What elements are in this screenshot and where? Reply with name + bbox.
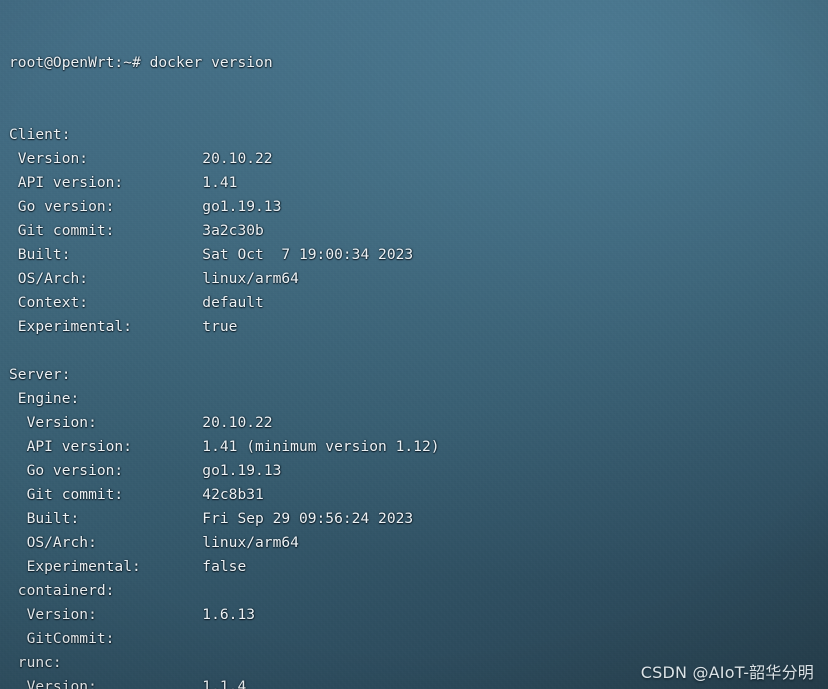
output-value: go1.19.13	[114, 198, 282, 215]
output-value: default	[88, 294, 264, 311]
output-line: runc:	[9, 651, 828, 675]
output-value: 1.41 (minimum version 1.12)	[132, 438, 440, 455]
command-line: root@OpenWrt:~# docker version	[9, 51, 828, 75]
output-value: Sat Oct 7 19:00:34 2023	[70, 246, 414, 263]
output-value: 3a2c30b	[114, 222, 264, 239]
output-key: Version:	[9, 606, 97, 623]
output-key: API version:	[9, 438, 133, 455]
output-line: Context: default	[9, 291, 828, 315]
output-line: Go version: go1.19.13	[9, 195, 828, 219]
output-value: true	[132, 318, 238, 335]
output-line: Version: 1.6.13	[9, 603, 828, 627]
output-line: Experimental: false	[9, 555, 828, 579]
output-line: Version: 20.10.22	[9, 411, 828, 435]
output-line: containerd:	[9, 579, 828, 603]
output-line: Experimental: true	[9, 315, 828, 339]
output-line: Version: 1.1.4	[9, 675, 828, 689]
output-key: Experimental:	[9, 318, 133, 335]
output-line: Built: Sat Oct 7 19:00:34 2023	[9, 243, 828, 267]
output-key: Git commit:	[9, 222, 115, 239]
output-key: containerd:	[9, 582, 115, 599]
output-line: Built: Fri Sep 29 09:56:24 2023	[9, 507, 828, 531]
command-text: docker version	[149, 54, 273, 71]
output-value: 20.10.22	[88, 150, 273, 167]
output-key: Version:	[9, 678, 97, 689]
output-key: GitCommit:	[9, 630, 115, 647]
output-key: Built:	[9, 246, 71, 263]
output-value: linux/arm64	[88, 270, 299, 287]
output-line: Engine:	[9, 387, 828, 411]
output-line: GitCommit:	[9, 627, 828, 651]
output-key: Experimental:	[9, 558, 141, 575]
output-line: OS/Arch: linux/arm64	[9, 531, 828, 555]
output-key: Context:	[9, 294, 89, 311]
output-line: Git commit: 3a2c30b	[9, 219, 828, 243]
output-key: Client:	[9, 126, 71, 143]
output-line-list: Client: Version: 20.10.22 API version: 1…	[9, 123, 828, 689]
output-key: OS/Arch:	[9, 270, 89, 287]
output-value: 1.41	[123, 174, 238, 191]
output-key: API version:	[9, 174, 124, 191]
output-key: runc:	[9, 654, 62, 671]
output-value: 42c8b31	[123, 486, 264, 503]
output-value: false	[140, 558, 247, 575]
output-line: Go version: go1.19.13	[9, 459, 828, 483]
terminal-output[interactable]: root@OpenWrt:~# docker version Client: V…	[0, 0, 828, 689]
shell-prompt: root@OpenWrt:~#	[9, 54, 150, 71]
output-key: Go version:	[9, 462, 124, 479]
output-line: API version: 1.41	[9, 171, 828, 195]
output-line: OS/Arch: linux/arm64	[9, 267, 828, 291]
output-line: Client:	[9, 123, 828, 147]
terminal-window: root@OpenWrt:~# docker version Client: V…	[0, 0, 828, 689]
output-key: Server:	[9, 366, 71, 383]
output-key: Version:	[9, 414, 97, 431]
output-value: Fri Sep 29 09:56:24 2023	[79, 510, 414, 527]
output-key: Built:	[9, 510, 80, 527]
output-value: 1.1.4	[96, 678, 247, 689]
output-value: linux/arm64	[96, 534, 299, 551]
output-value: 20.10.22	[96, 414, 273, 431]
output-value: go1.19.13	[123, 462, 282, 479]
output-key: Version:	[9, 150, 89, 167]
output-key: Git commit:	[9, 486, 124, 503]
output-value: 1.6.13	[96, 606, 256, 623]
output-line: Version: 20.10.22	[9, 147, 828, 171]
output-line: API version: 1.41 (minimum version 1.12)	[9, 435, 828, 459]
output-line: Git commit: 42c8b31	[9, 483, 828, 507]
output-key: Engine:	[9, 390, 80, 407]
output-line: Server:	[9, 363, 828, 387]
output-key: OS/Arch:	[9, 534, 97, 551]
output-key: Go version:	[9, 198, 115, 215]
